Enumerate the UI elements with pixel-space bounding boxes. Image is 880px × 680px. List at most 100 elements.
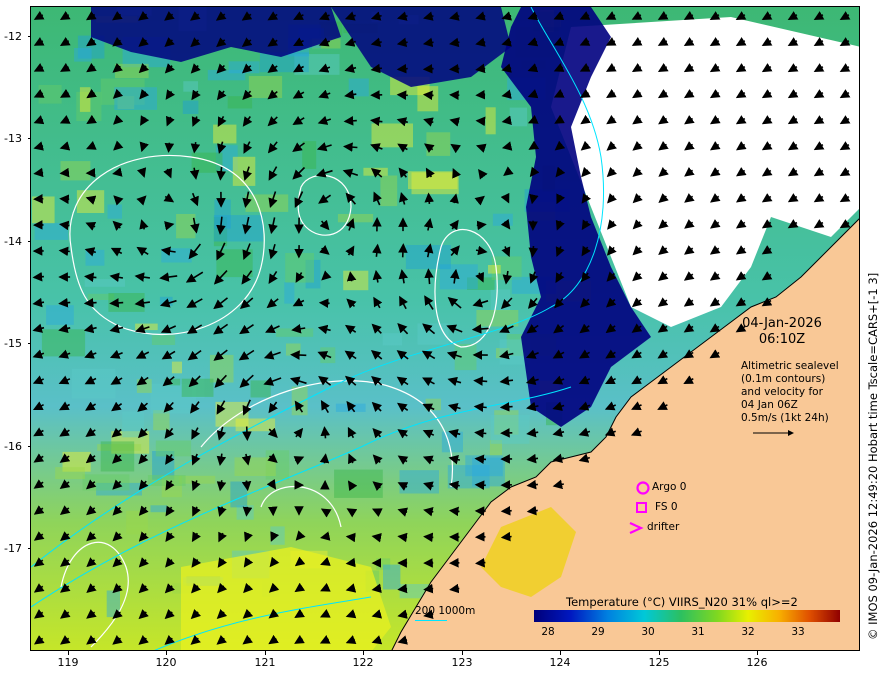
velocity-arrow	[528, 246, 539, 258]
velocity-arrow	[32, 271, 44, 282]
velocity-arrow	[318, 298, 330, 309]
credit-text: © IMOS 09-Jan-2026 12:49:20 Hobart time …	[866, 272, 880, 640]
x-tick: 126	[746, 656, 768, 669]
altimetry-note: Altimetric sealevel (0.1m contours) and …	[741, 360, 839, 425]
velocity-arrow	[320, 426, 331, 439]
velocity-arrow	[397, 583, 408, 594]
velocity-arrow	[345, 532, 356, 543]
velocity-arrow	[242, 506, 253, 517]
x-tickmark	[68, 651, 69, 655]
sst-patch	[270, 526, 285, 545]
sst-patch	[32, 196, 55, 224]
y-tick: -17	[4, 542, 22, 555]
sst-patch	[135, 323, 158, 331]
velocity-arrow	[500, 531, 512, 542]
sst-patch	[476, 310, 519, 327]
velocity-arrow	[396, 90, 408, 100]
sst-patch	[234, 457, 276, 476]
velocity-arrow	[242, 426, 252, 442]
time-text: 06:10Z	[758, 332, 806, 347]
sst-patch	[100, 441, 135, 472]
colorbar-tick: 30	[641, 626, 655, 638]
sst-patch	[71, 368, 116, 399]
sst-patch	[215, 401, 249, 427]
x-tick: 124	[549, 656, 571, 669]
sst-patch	[74, 48, 92, 62]
sst-patch	[41, 329, 86, 357]
y-tick: -12	[4, 30, 22, 43]
sst-patch	[285, 253, 314, 283]
sst-patch	[488, 265, 501, 274]
velocity-arrow	[343, 116, 357, 126]
sst-patch	[348, 78, 369, 97]
y-tick: -15	[4, 337, 22, 350]
sst-patch	[82, 474, 130, 491]
velocity-arrow	[475, 557, 486, 568]
velocity-arrow	[476, 220, 487, 231]
velocity-arrow	[500, 506, 512, 516]
sst-patch	[136, 379, 152, 393]
velocity-arrow	[422, 63, 434, 74]
date-text: 04-Jan-2026	[742, 316, 822, 331]
x-tick: 120	[155, 656, 177, 669]
note-line: (0.1m contours)	[741, 373, 826, 385]
note-line: and velocity for	[741, 386, 823, 398]
sst-patch	[343, 270, 369, 291]
x-tick: 122	[352, 656, 374, 669]
velocity-arrow	[290, 350, 307, 360]
velocity-arrow	[473, 402, 487, 412]
sst-patch	[213, 124, 237, 144]
velocity-arrow	[475, 89, 486, 100]
sst-patch	[183, 81, 198, 92]
x-tickmark	[166, 651, 167, 655]
y-tickmark	[28, 343, 31, 344]
sst-patch	[79, 87, 91, 112]
velocity-arrow	[109, 298, 124, 308]
colorbar-title: Temperature (°C) VIIRS_N20 31% ql>=2	[566, 595, 798, 609]
velocity-arrow	[345, 557, 356, 568]
sst-patch	[490, 414, 530, 444]
sst-patch	[60, 161, 91, 181]
velocity-arrow	[473, 376, 488, 386]
velocity-arrow	[396, 63, 408, 74]
velocity-arrow	[499, 402, 513, 412]
colorbar-tick: 29	[591, 626, 605, 638]
sst-patch	[209, 354, 234, 383]
colorbar	[534, 610, 840, 622]
sst-patch	[84, 279, 125, 287]
sst-patch	[320, 347, 336, 364]
sst-patch	[55, 467, 85, 480]
sst-patch	[291, 386, 308, 416]
sst-patch	[155, 440, 192, 457]
legend-argo-label: Argo 0	[652, 481, 687, 493]
sst-patch	[171, 361, 182, 374]
velocity-arrow	[422, 90, 434, 101]
y-tick: -13	[4, 132, 22, 145]
sst-patch	[151, 335, 176, 345]
sst-patch	[182, 100, 199, 114]
velocity-arrow	[58, 246, 70, 257]
sst-patch	[107, 204, 122, 219]
y-tickmark	[28, 446, 31, 447]
y-tick: -16	[4, 440, 22, 453]
sst-patch	[245, 194, 289, 212]
x-tickmark	[265, 651, 266, 655]
velocity-arrow	[474, 428, 487, 439]
velocity-arrow	[475, 116, 486, 127]
sst-patch	[126, 510, 148, 535]
sst-patch	[181, 378, 214, 397]
sst-patch	[383, 564, 401, 590]
x-tickmark	[462, 651, 463, 655]
sst-patch	[230, 481, 248, 508]
sst-patch	[227, 96, 253, 109]
velocity-arrow	[83, 298, 97, 308]
date-annotation: 04-Jan-2026 06:10Z	[722, 316, 842, 348]
sst-patch	[408, 171, 458, 190]
y-tickmark	[28, 138, 31, 139]
isobath-legend-label: 200 1000m	[415, 605, 476, 617]
sst-patch	[232, 156, 256, 186]
velocity-arrow	[424, 192, 435, 204]
x-tickmark	[659, 651, 660, 655]
sst-patch	[286, 343, 301, 356]
sst-patch	[371, 123, 413, 148]
